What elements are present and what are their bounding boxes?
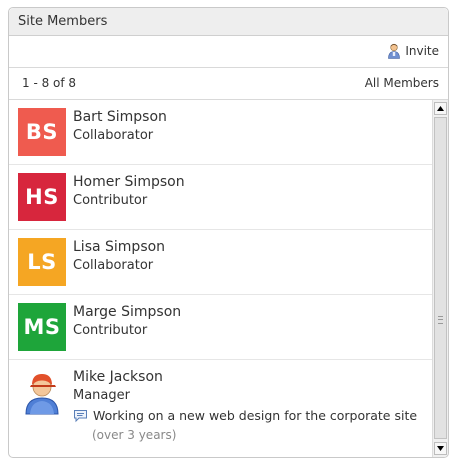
member-status: Working on a new web design for the corp…: [73, 408, 417, 423]
dashlet-toolbar: Invite: [9, 36, 448, 68]
member-avatar[interactable]: LS: [18, 238, 66, 286]
member-avatar[interactable]: BS: [18, 108, 66, 156]
vertical-scrollbar[interactable]: [432, 100, 448, 457]
member-avatar[interactable]: MS: [18, 303, 66, 351]
scroll-down-button[interactable]: [434, 442, 447, 455]
member-name[interactable]: Homer Simpson: [73, 174, 185, 190]
arrow-down-icon: [437, 446, 444, 451]
invite-label: Invite: [405, 44, 439, 58]
member-row: LS Lisa Simpson Collaborator: [9, 230, 433, 295]
scroll-grip-icon: [438, 316, 443, 324]
arrow-up-icon: [437, 106, 444, 111]
member-row: Mike Jackson Manager Working on a new we…: [9, 360, 433, 457]
member-list: BS Bart Simpson Collaborator HS Homer Si…: [9, 100, 433, 457]
member-name[interactable]: Lisa Simpson: [73, 239, 165, 255]
speech-bubble-icon: [74, 409, 87, 422]
member-role: Collaborator: [73, 258, 154, 273]
site-members-dashlet: Site Members Invite 1 - 8 of 8 All Membe…: [8, 7, 449, 458]
member-row: HS Homer Simpson Contributor: [9, 165, 433, 230]
member-name[interactable]: Mike Jackson: [73, 369, 163, 385]
member-row: BS Bart Simpson Collaborator: [9, 100, 433, 165]
invite-button[interactable]: Invite: [387, 43, 439, 59]
paging-bar: 1 - 8 of 8 All Members: [9, 68, 448, 100]
user-avatar-icon[interactable]: [18, 368, 66, 416]
all-members-link[interactable]: All Members: [365, 68, 439, 99]
member-name[interactable]: Marge Simpson: [73, 304, 181, 320]
member-avatar[interactable]: HS: [18, 173, 66, 221]
member-role: Collaborator: [73, 128, 154, 143]
member-name[interactable]: Bart Simpson: [73, 109, 167, 125]
scroll-thumb[interactable]: [434, 117, 447, 439]
member-row: MS Marge Simpson Contributor: [9, 295, 433, 360]
member-role: Contributor: [73, 193, 148, 208]
invite-user-icon: [388, 43, 401, 59]
status-age: (over 3 years): [92, 428, 177, 442]
dashlet-title: Site Members: [9, 8, 448, 36]
member-role: Contributor: [73, 323, 148, 338]
member-count: 1 - 8 of 8: [22, 76, 77, 90]
scroll-up-button[interactable]: [434, 102, 447, 115]
member-role: Manager: [73, 388, 130, 403]
status-text: Working on a new web design for the corp…: [93, 408, 418, 423]
